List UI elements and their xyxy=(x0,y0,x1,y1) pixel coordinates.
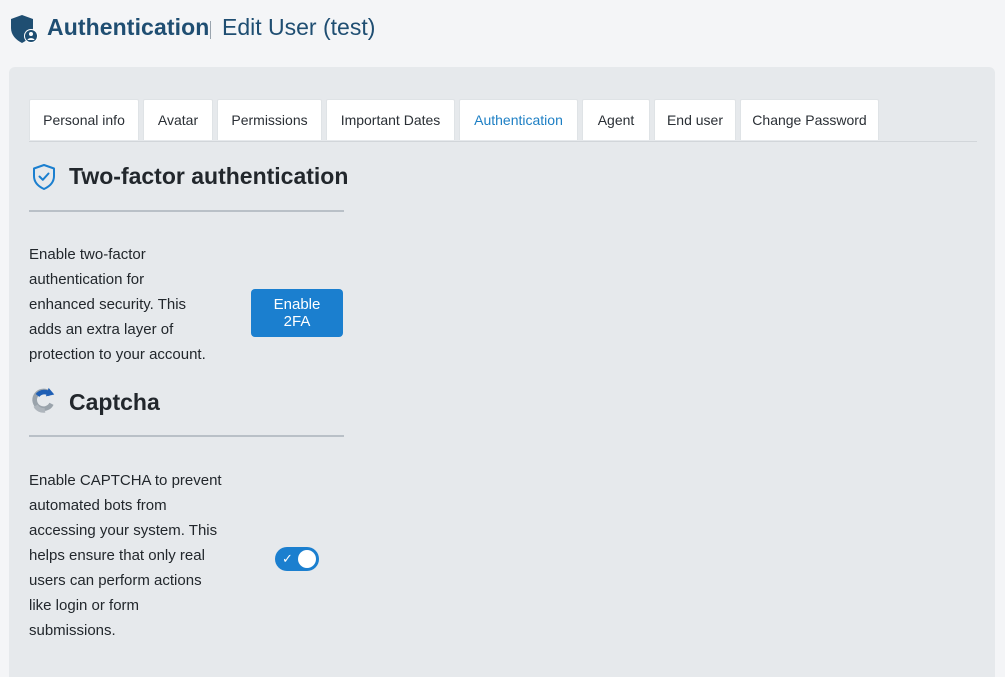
content-panel: Personal info Avatar Permissions Importa… xyxy=(9,67,995,677)
toggle-knob xyxy=(298,550,316,568)
tab-authentication[interactable]: Authentication xyxy=(459,99,578,140)
title-separator xyxy=(210,21,211,39)
tab-personal-info[interactable]: Personal info xyxy=(29,99,139,140)
page-header: Authentication Edit User (test) xyxy=(0,0,1005,62)
tab-important-dates[interactable]: Important Dates xyxy=(326,99,455,140)
captcha-divider xyxy=(29,435,344,437)
shield-user-icon xyxy=(11,15,38,43)
page-subtitle: Edit User (test) xyxy=(222,14,376,40)
tab-agent[interactable]: Agent xyxy=(582,99,650,140)
tab-end-user[interactable]: End user xyxy=(654,99,736,140)
enable-2fa-button[interactable]: Enable 2FA xyxy=(251,289,343,337)
captcha-title: Captcha xyxy=(69,389,160,415)
tab-permissions[interactable]: Permissions xyxy=(217,99,322,140)
shield-check-icon xyxy=(33,164,55,190)
tab-bar: Personal info Avatar Permissions Importa… xyxy=(29,99,977,142)
two-factor-description: Enable two-factor authentication for enh… xyxy=(29,246,206,363)
check-icon: ✓ xyxy=(282,551,293,566)
captcha-toggle[interactable]: ✓ xyxy=(275,547,319,571)
page-title: Authentication xyxy=(47,14,210,40)
two-factor-title: Two-factor authentication xyxy=(69,163,349,189)
recaptcha-icon xyxy=(32,387,55,413)
tab-avatar[interactable]: Avatar xyxy=(143,99,213,140)
tab-change-password[interactable]: Change Password xyxy=(740,99,879,140)
two-factor-divider xyxy=(29,210,344,212)
captcha-description: Enable CAPTCHA to prevent automated bots… xyxy=(29,472,222,639)
